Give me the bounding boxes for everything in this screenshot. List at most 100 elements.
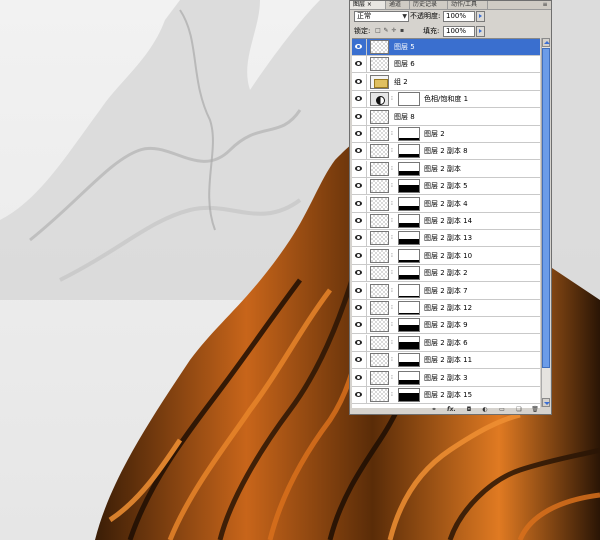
eye-icon[interactable]: [355, 270, 362, 275]
mask-link-icon[interactable]: ⁝: [391, 95, 395, 102]
mask-link-icon[interactable]: ⁝: [391, 356, 395, 363]
mask-link-icon[interactable]: ⁝: [391, 130, 395, 137]
mask-link-icon[interactable]: ⁝: [391, 182, 395, 189]
layer-thumbnail[interactable]: [370, 231, 389, 245]
layer-row[interactable]: ⁝ 图层 2 副本 7: [352, 283, 540, 300]
layer-row[interactable]: 图层 6: [352, 56, 540, 73]
opacity-field[interactable]: 100%: [443, 11, 475, 22]
mask-link-icon[interactable]: ⁝: [391, 391, 395, 398]
layer-row[interactable]: ⁝ 图层 2 副本: [352, 161, 540, 178]
layer-mask-thumbnail[interactable]: [398, 371, 420, 385]
fill-field[interactable]: 100%: [443, 26, 475, 37]
tab-history[interactable]: 历史记录: [410, 1, 448, 9]
mask-link-icon[interactable]: ⁝: [391, 217, 395, 224]
layer-row[interactable]: ⁝ 图层 2 副本 5: [352, 178, 540, 195]
layer-mask-thumbnail[interactable]: [398, 92, 420, 106]
scroll-up-button[interactable]: [542, 38, 550, 47]
mask-icon[interactable]: ◘: [465, 406, 473, 414]
layer-row[interactable]: ⁝ 图层 2 副本 13: [352, 230, 540, 247]
layer-thumbnail[interactable]: [370, 214, 389, 228]
eye-icon[interactable]: [355, 392, 362, 397]
layer-thumbnail[interactable]: [370, 353, 389, 367]
mask-link-icon[interactable]: ⁝: [391, 304, 395, 311]
layer-mask-thumbnail[interactable]: [398, 301, 420, 315]
mask-link-icon[interactable]: ⁝: [391, 374, 395, 381]
tab-channels[interactable]: 通道: [386, 1, 410, 9]
layer-list-scrollbar[interactable]: [541, 38, 550, 407]
layer-mask-thumbnail[interactable]: [398, 353, 420, 367]
layer-row[interactable]: ⁝ 图层 2: [352, 126, 540, 143]
eye-icon[interactable]: [355, 166, 362, 171]
layer-mask-thumbnail[interactable]: [398, 231, 420, 245]
layer-mask-thumbnail[interactable]: [398, 127, 420, 141]
mask-link-icon[interactable]: ⁝: [391, 165, 395, 172]
layer-mask-thumbnail[interactable]: [398, 318, 420, 332]
layer-row[interactable]: ⁝ 图层 2 副本 12: [352, 300, 540, 317]
folder-icon[interactable]: ▭: [498, 406, 506, 414]
mask-link-icon[interactable]: ⁝: [391, 234, 395, 241]
fx-icon[interactable]: fx.: [447, 406, 456, 414]
layer-thumbnail[interactable]: [370, 162, 389, 176]
mask-link-icon[interactable]: ⁝: [391, 269, 395, 276]
eye-icon[interactable]: [355, 288, 362, 293]
lock-transparent-icon[interactable]: □: [375, 28, 381, 34]
layer-thumbnail[interactable]: [370, 371, 389, 385]
eye-icon[interactable]: [355, 79, 362, 84]
layer-thumbnail[interactable]: [370, 197, 389, 211]
eye-icon[interactable]: [355, 340, 362, 345]
layer-thumbnail[interactable]: [370, 284, 389, 298]
layer-row[interactable]: ⁝ 图层 2 副本 3: [352, 370, 540, 387]
layer-mask-thumbnail[interactable]: [398, 144, 420, 158]
trash-icon[interactable]: 🗑: [531, 406, 539, 414]
eye-icon[interactable]: [355, 148, 362, 153]
layer-row[interactable]: ⁝ 图层 2 副本 10: [352, 248, 540, 265]
eye-icon[interactable]: [355, 114, 362, 119]
scroll-thumb[interactable]: [542, 48, 550, 368]
adjustment-layer-icon[interactable]: [370, 92, 389, 106]
layer-row[interactable]: 组 2: [352, 74, 540, 91]
mask-link-icon[interactable]: ⁝: [391, 200, 395, 207]
lock-pixels-icon[interactable]: ✎: [383, 28, 389, 34]
eye-icon[interactable]: [355, 218, 362, 223]
eye-icon[interactable]: [355, 235, 362, 240]
layer-mask-thumbnail[interactable]: [398, 266, 420, 280]
layer-thumbnail[interactable]: [370, 144, 389, 158]
mask-link-icon[interactable]: ⁝: [391, 287, 395, 294]
eye-icon[interactable]: [355, 131, 362, 136]
layer-row[interactable]: ⁝ 图层 2 副本 8: [352, 143, 540, 160]
layer-row[interactable]: 图层 8: [352, 109, 540, 126]
eye-icon[interactable]: [355, 96, 362, 101]
layer-row[interactable]: ⁝ 图层 2 副本 11: [352, 352, 540, 369]
link-icon[interactable]: ⚭: [430, 406, 438, 414]
layer-thumbnail[interactable]: [370, 318, 389, 332]
layer-thumbnail[interactable]: [370, 301, 389, 315]
eye-icon[interactable]: [355, 61, 362, 66]
layer-row[interactable]: 图层 5: [352, 39, 540, 56]
layer-row[interactable]: ⁝ 图层 2 副本 4: [352, 196, 540, 213]
eye-icon[interactable]: [355, 44, 362, 49]
layer-row[interactable]: ⁝ 图层 2 副本 15: [352, 387, 540, 404]
eye-icon[interactable]: [355, 322, 362, 327]
layer-thumbnail[interactable]: [370, 266, 389, 280]
fill-stepper[interactable]: [476, 26, 485, 37]
layer-row[interactable]: ⁝ 图层 2 副本 6: [352, 335, 540, 352]
panel-menu-icon[interactable]: ≡: [541, 1, 549, 9]
lock-position-icon[interactable]: ✛: [391, 28, 397, 34]
layer-thumbnail[interactable]: [370, 40, 389, 54]
folder-icon[interactable]: [370, 75, 389, 89]
mask-link-icon[interactable]: ⁝: [391, 321, 395, 328]
eye-icon[interactable]: [355, 201, 362, 206]
layer-mask-thumbnail[interactable]: [398, 214, 420, 228]
lock-all-icon[interactable]: ▪: [399, 28, 405, 34]
layer-thumbnail[interactable]: [370, 179, 389, 193]
opacity-stepper[interactable]: [476, 11, 485, 22]
layer-thumbnail[interactable]: [370, 57, 389, 71]
layer-thumbnail[interactable]: [370, 336, 389, 350]
tab-actions[interactable]: 动作/工具: [448, 1, 488, 9]
layer-row[interactable]: ⁝ 图层 2 副本 9: [352, 317, 540, 334]
layer-row[interactable]: ⁝ 色相/饱和度 1: [352, 91, 540, 108]
layer-mask-thumbnail[interactable]: [398, 179, 420, 193]
layer-mask-thumbnail[interactable]: [398, 336, 420, 350]
layer-thumbnail[interactable]: [370, 388, 389, 402]
layer-mask-thumbnail[interactable]: [398, 249, 420, 263]
